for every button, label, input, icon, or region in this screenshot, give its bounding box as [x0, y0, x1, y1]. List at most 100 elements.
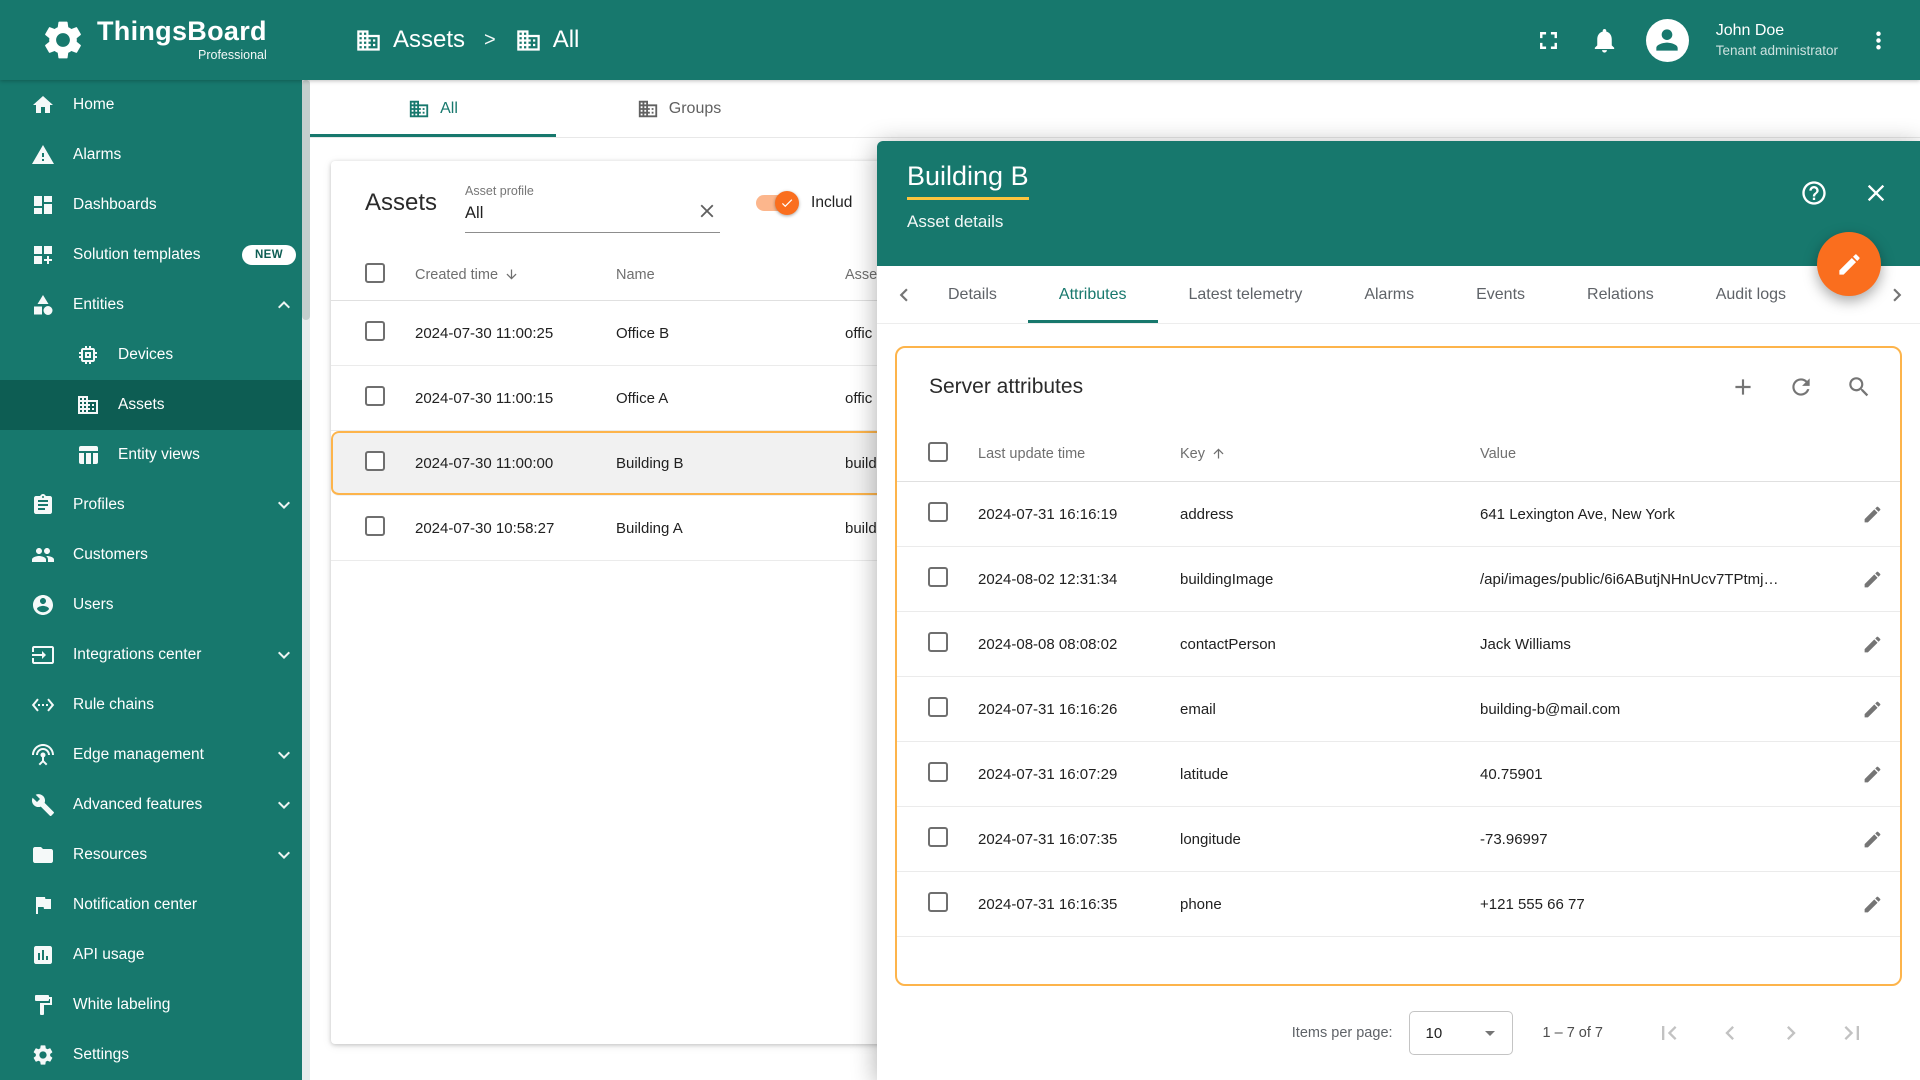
breadcrumb-item-assets[interactable]: Assets	[393, 26, 465, 54]
sidebar-item-alarms[interactable]: Alarms	[0, 130, 310, 180]
sidebar-item-rule-chains[interactable]: Rule chains	[0, 680, 310, 730]
notifications-bell-icon[interactable]	[1590, 26, 1619, 55]
prev-page-icon[interactable]	[1716, 1019, 1744, 1047]
pager-controls	[1655, 1019, 1866, 1047]
row-checkbox[interactable]	[365, 321, 385, 341]
edit-pencil-icon[interactable]	[1862, 764, 1883, 785]
add-icon[interactable]	[1730, 374, 1756, 400]
sidebar-item-white-labeling[interactable]: White labeling	[0, 980, 310, 1030]
edit-pencil-icon[interactable]	[1862, 699, 1883, 720]
more-vert-icon[interactable]	[1865, 27, 1892, 54]
row-checkbox[interactable]	[365, 516, 385, 536]
items-per-page-select[interactable]: 10	[1409, 1011, 1513, 1055]
first-page-icon[interactable]	[1655, 1019, 1683, 1047]
edit-fab[interactable]	[1817, 232, 1881, 296]
chevron-left-icon[interactable]	[891, 282, 917, 308]
assets-icon	[76, 393, 100, 417]
app-logo[interactable]: ThingsBoard Professional	[0, 17, 310, 63]
edit-pencil-icon[interactable]	[1862, 894, 1883, 915]
tab-events[interactable]: Events	[1445, 266, 1556, 323]
tab-latest-telemetry[interactable]: Latest telemetry	[1158, 266, 1334, 323]
edit-pencil-icon[interactable]	[1862, 504, 1883, 525]
sidebar-item-notification-center[interactable]: Notification center	[0, 880, 310, 930]
sidebar-item-devices[interactable]: Devices	[0, 330, 310, 380]
sidebar-item-entity-views[interactable]: Entity views	[0, 430, 310, 480]
tab-attributes[interactable]: Attributes	[1028, 266, 1158, 323]
sidebar-item-solution-templates[interactable]: Solution templates NEW	[0, 230, 310, 280]
tab-relations[interactable]: Relations	[1556, 266, 1685, 323]
include-toggle[interactable]: Includ	[756, 194, 852, 212]
sidebar-item-edge-management[interactable]: Edge management	[0, 730, 310, 780]
attribute-row[interactable]: 2024-07-31 16:16:35 phone +121 555 66 77	[897, 872, 1900, 937]
sidebar-item-customers[interactable]: Customers	[0, 530, 310, 580]
sidebar-scrollbar[interactable]	[302, 80, 310, 1080]
breadcrumb-item-all[interactable]: All	[553, 26, 580, 54]
help-icon[interactable]	[1800, 179, 1828, 207]
clear-x-icon[interactable]	[696, 200, 718, 222]
sidebar-item-api-usage[interactable]: API usage	[0, 930, 310, 980]
row-checkbox[interactable]	[928, 827, 948, 847]
attribute-row[interactable]: 2024-08-08 08:08:02 contactPerson Jack W…	[897, 612, 1900, 677]
column-last-update-time[interactable]: Last update time	[978, 446, 1180, 462]
items-per-page-label: Items per page:	[1292, 1025, 1393, 1041]
sidebar-item-dashboards[interactable]: Dashboards	[0, 180, 310, 230]
toggle-track[interactable]	[756, 195, 796, 211]
edge-management-icon	[31, 743, 55, 767]
row-checkbox[interactable]	[928, 697, 948, 717]
select-all-checkbox[interactable]	[365, 263, 385, 283]
attribute-row[interactable]: 2024-07-31 16:16:26 email building-b@mai…	[897, 677, 1900, 742]
attribute-row[interactable]: 2024-07-31 16:16:19 address 641 Lexingto…	[897, 482, 1900, 547]
chevron-right-icon[interactable]	[1884, 282, 1910, 308]
tab-alarms[interactable]: Alarms	[1333, 266, 1445, 323]
edit-pencil-icon[interactable]	[1862, 634, 1883, 655]
breadcrumb: Assets > All	[355, 26, 579, 54]
next-page-icon[interactable]	[1777, 1019, 1805, 1047]
attribute-row[interactable]: 2024-07-31 16:07:35 longitude -73.96997	[897, 807, 1900, 872]
edit-pencil-icon[interactable]	[1862, 569, 1883, 590]
settings-gear-icon	[31, 1043, 55, 1067]
row-checkbox[interactable]	[928, 567, 948, 587]
column-value[interactable]: Value	[1480, 446, 1844, 462]
row-checkbox[interactable]	[928, 762, 948, 782]
tab-all[interactable]: All	[310, 80, 556, 137]
sidebar-item-users[interactable]: Users	[0, 580, 310, 630]
column-key[interactable]: Key	[1180, 446, 1480, 462]
avatar[interactable]	[1646, 19, 1689, 62]
search-icon[interactable]	[1846, 374, 1872, 400]
tab-groups[interactable]: Groups	[556, 80, 802, 137]
close-icon[interactable]	[1862, 179, 1890, 207]
entity-views-icon	[76, 443, 100, 467]
fullscreen-icon[interactable]	[1534, 26, 1563, 55]
tab-audit-logs[interactable]: Audit logs	[1685, 266, 1817, 323]
row-checkbox[interactable]	[928, 892, 948, 912]
tab-details[interactable]: Details	[917, 266, 1028, 323]
last-page-icon[interactable]	[1838, 1019, 1866, 1047]
asset-profile-filter[interactable]: Asset profile All	[465, 173, 720, 233]
toggle-knob	[775, 191, 799, 215]
asset-profile-label: Asset profile	[465, 184, 720, 198]
refresh-icon[interactable]	[1788, 374, 1814, 400]
sidebar-scrollbar-thumb[interactable]	[302, 80, 310, 320]
chevron-down-icon	[272, 643, 296, 667]
warning-icon	[31, 143, 55, 167]
sidebar-item-resources[interactable]: Resources	[0, 830, 310, 880]
sidebar-item-assets[interactable]: Assets	[0, 380, 310, 430]
sidebar-item-advanced-features[interactable]: Advanced features	[0, 780, 310, 830]
column-name[interactable]: Name	[616, 267, 845, 283]
column-created-time[interactable]: Created time	[415, 267, 616, 283]
row-checkbox[interactable]	[928, 632, 948, 652]
sidebar-item-settings[interactable]: Settings	[0, 1030, 310, 1080]
row-checkbox[interactable]	[365, 386, 385, 406]
attribute-row[interactable]: 2024-07-31 16:07:29 latitude 40.75901	[897, 742, 1900, 807]
sidebar-item-entities[interactable]: Entities	[0, 280, 310, 330]
select-all-checkbox[interactable]	[928, 442, 948, 462]
sidebar-item-integrations-center[interactable]: Integrations center	[0, 630, 310, 680]
sidebar-item-profiles[interactable]: Profiles	[0, 480, 310, 530]
dashboards-icon	[31, 193, 55, 217]
row-checkbox[interactable]	[365, 451, 385, 471]
attribute-row[interactable]: 2024-08-02 12:31:34 buildingImage /api/i…	[897, 547, 1900, 612]
edit-pencil-icon[interactable]	[1862, 829, 1883, 850]
devices-icon	[76, 343, 100, 367]
sidebar-item-home[interactable]: Home	[0, 80, 310, 130]
row-checkbox[interactable]	[928, 502, 948, 522]
